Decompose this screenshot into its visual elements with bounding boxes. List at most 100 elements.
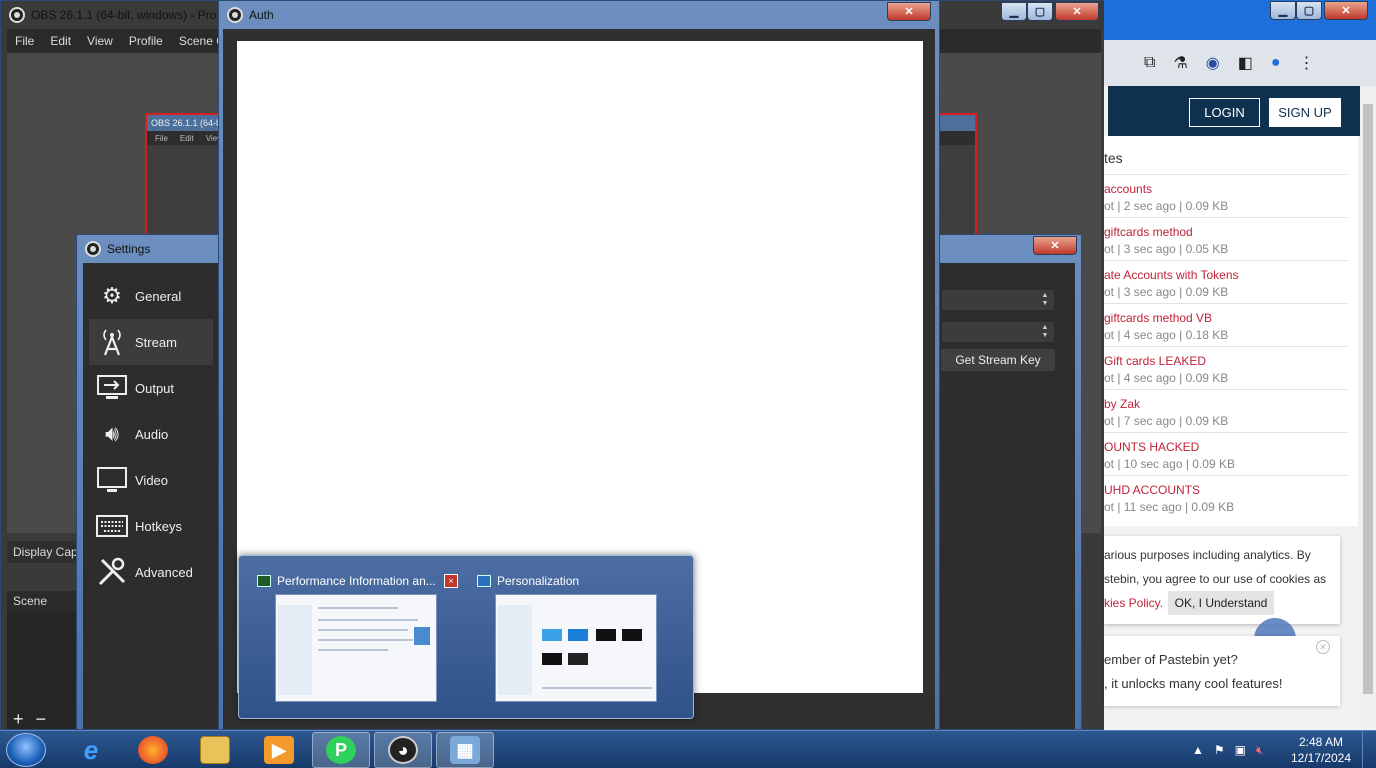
source-display-capture[interactable]: Display Captu xyxy=(7,541,79,563)
theme-tile xyxy=(542,653,562,665)
paste-item[interactable]: giftcards method ot | 3 sec ago | 0.05 KB xyxy=(1104,217,1348,260)
menu-edit[interactable]: Edit xyxy=(50,34,71,48)
theme-tile xyxy=(568,653,588,665)
paste-title[interactable]: Gift cards LEAKED xyxy=(1104,354,1206,368)
thumb-personalization-title[interactable]: Personalization xyxy=(477,574,579,588)
paste-item[interactable]: OUNTS HACKED ot | 10 sec ago | 0.09 KB xyxy=(1104,432,1348,475)
paste-item[interactable]: ate Accounts with Tokens ot | 3 sec ago |… xyxy=(1104,260,1348,303)
paste-item[interactable]: Gift cards LEAKED ot | 4 sec ago | 0.09 K… xyxy=(1104,346,1348,389)
nav-stream[interactable]: Stream xyxy=(89,319,213,365)
theme-tile xyxy=(542,629,562,641)
obs-minimize-button[interactable]: ▁ xyxy=(1001,2,1027,21)
network-icon[interactable]: ▣ xyxy=(1235,743,1246,757)
paste-title[interactable]: accounts xyxy=(1104,182,1152,196)
browser-titlebar[interactable]: ▁ ▢ ✕ xyxy=(1104,0,1376,40)
paste-item[interactable]: giftcards method VB ot | 4 sec ago | 0.18… xyxy=(1104,303,1348,346)
nav-video[interactable]: Video xyxy=(89,457,213,503)
thumb-preview-sidebar xyxy=(498,605,532,695)
cookie-policy-link[interactable]: kies Policy. xyxy=(1104,596,1163,610)
green-app-icon: P xyxy=(326,736,356,764)
recent-pastes-title: tes xyxy=(1104,150,1123,166)
nav-general[interactable]: ⚙ General xyxy=(89,273,213,319)
paste-title[interactable]: giftcards method xyxy=(1104,225,1193,239)
remove-scene-button[interactable]: − xyxy=(36,709,47,730)
nav-hotkeys[interactable]: Hotkeys xyxy=(89,503,213,549)
menu-profile[interactable]: Profile xyxy=(129,34,163,48)
get-stream-key-button[interactable]: Get Stream Key xyxy=(941,349,1055,371)
nav-stream-label: Stream xyxy=(135,334,177,350)
nav-output[interactable]: Output xyxy=(89,365,213,411)
taskbar-control-panel[interactable]: ▦ xyxy=(436,732,494,768)
auth-title: Auth xyxy=(249,8,274,22)
obs-logo-icon xyxy=(85,241,101,257)
member-question: ember of Pastebin yet? xyxy=(1104,652,1238,667)
site-header: LOGIN SIGN UP xyxy=(1108,86,1364,136)
paste-meta: ot | 3 sec ago | 0.05 KB xyxy=(1104,242,1229,256)
server-dropdown[interactable]: ▲ ▼ xyxy=(941,321,1055,343)
taskbar-media-player[interactable]: ▶ xyxy=(250,732,308,768)
thumb-perf-title[interactable]: Performance Information an... xyxy=(257,574,436,588)
thumb-preview-line xyxy=(318,607,398,609)
extensions-icon[interactable]: ⧉ xyxy=(1144,54,1155,72)
thumb-preview-line xyxy=(318,619,418,621)
clock[interactable]: 2:48 AM 12/17/2024 xyxy=(1288,734,1354,766)
browser-maximize-button[interactable]: ▢ xyxy=(1296,1,1322,20)
volume-muted-icon[interactable]: 🔇︎ xyxy=(1256,743,1264,758)
paste-item[interactable]: UHD ACCOUNTS ot | 11 sec ago | 0.09 KB xyxy=(1104,475,1348,518)
paste-meta: ot | 11 sec ago | 0.09 KB xyxy=(1104,500,1235,514)
show-desktop-button[interactable] xyxy=(1362,731,1376,768)
clock-date: 12/17/2024 xyxy=(1290,751,1352,765)
taskbar-green-app[interactable]: P xyxy=(312,732,370,768)
recent-pastes-panel: tes accounts ot | 2 sec ago | 0.09 KB gif… xyxy=(1104,136,1358,526)
add-scene-button[interactable]: + xyxy=(13,709,24,730)
personalization-icon xyxy=(477,575,491,587)
cookie-text-line1: arious purposes including analytics. By xyxy=(1104,548,1311,562)
thumb-perf-preview[interactable] xyxy=(275,594,437,702)
taskbar-explorer[interactable] xyxy=(186,732,244,768)
auth-titlebar[interactable]: Auth xyxy=(219,1,939,29)
start-button[interactable] xyxy=(6,733,46,767)
vpn-icon[interactable]: ◉ xyxy=(1206,53,1220,73)
cookie-text-line2: stebin, you agree to our use of cookies … xyxy=(1104,572,1327,586)
obs-close-button[interactable]: ✕ xyxy=(1055,2,1099,21)
browser-minimize-button[interactable]: ▁ xyxy=(1270,1,1296,20)
menu-file[interactable]: File xyxy=(15,34,34,48)
profile-icon[interactable]: ● xyxy=(1271,54,1281,72)
action-center-flag-icon[interactable]: ⚑ xyxy=(1214,743,1225,757)
member-features: , it unlocks many cool features! xyxy=(1104,676,1283,691)
show-hidden-icons[interactable]: ▲ xyxy=(1192,743,1204,757)
sidepanel-icon[interactable]: ◧ xyxy=(1238,53,1253,73)
nav-audio[interactable]: 🔊︎ Audio xyxy=(89,411,213,457)
thumb-personalization-preview[interactable] xyxy=(495,594,657,702)
signup-button[interactable]: SIGN UP xyxy=(1269,98,1341,127)
login-button[interactable]: LOGIN xyxy=(1189,98,1260,127)
scrollbar-thumb[interactable] xyxy=(1363,104,1373,694)
paste-title[interactable]: UHD ACCOUNTS xyxy=(1104,483,1200,497)
paste-item[interactable]: accounts ot | 2 sec ago | 0.09 KB xyxy=(1104,174,1348,217)
service-dropdown[interactable]: ▲ ▼ xyxy=(941,289,1055,311)
nav-advanced[interactable]: Advanced xyxy=(89,549,213,595)
member-close-icon[interactable]: ✕ xyxy=(1316,640,1330,654)
taskbar-firefox[interactable] xyxy=(124,732,182,768)
paste-title[interactable]: by Zak xyxy=(1104,397,1140,411)
auth-close-button[interactable]: ✕ xyxy=(887,2,931,21)
settings-close-button[interactable]: ✕ xyxy=(1033,236,1077,255)
page-scrollbar[interactable] xyxy=(1360,86,1376,730)
browser-close-button[interactable]: ✕ xyxy=(1324,1,1368,20)
paste-title[interactable]: OUNTS HACKED xyxy=(1104,440,1199,454)
paste-title[interactable]: giftcards method VB xyxy=(1104,311,1212,325)
paste-title[interactable]: ate Accounts with Tokens xyxy=(1104,268,1239,282)
ie-icon: e xyxy=(83,734,99,765)
obs-maximize-button[interactable]: ▢ xyxy=(1027,2,1053,21)
tools-icon xyxy=(95,555,129,589)
firefox-icon xyxy=(138,736,168,764)
cookie-accept-button[interactable]: OK, I Understand xyxy=(1168,591,1274,615)
labs-icon[interactable]: ⚗ xyxy=(1173,53,1187,73)
thumb-perf-close-button[interactable]: × xyxy=(444,574,458,588)
menu-view[interactable]: View xyxy=(87,34,113,48)
taskbar-ie[interactable]: e xyxy=(62,732,120,768)
paste-item[interactable]: by Zak ot | 7 sec ago | 0.09 KB xyxy=(1104,389,1348,432)
browser-menu-icon[interactable]: ⋮ xyxy=(1299,53,1315,73)
output-icon xyxy=(95,371,129,405)
taskbar-obs[interactable]: ◕ xyxy=(374,732,432,768)
